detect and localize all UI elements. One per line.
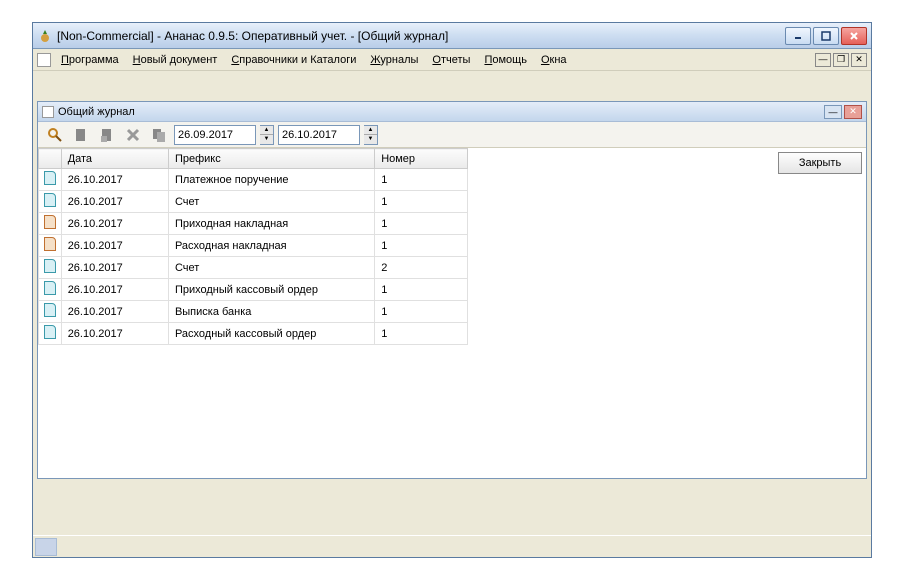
toolbar: ▲▼ ▲▼ [38, 122, 866, 148]
row-number: 1 [375, 323, 468, 345]
document-type-icon [44, 325, 56, 339]
menu-program[interactable]: Программа [55, 52, 125, 68]
document-icon [42, 106, 54, 118]
row-icon-cell [39, 323, 62, 345]
menu-help[interactable]: Помощь [478, 52, 533, 68]
delete-button[interactable] [122, 124, 144, 146]
row-icon-cell [39, 169, 62, 191]
menubar: Программа Новый документ Справочники и К… [33, 49, 871, 71]
row-icon-cell [39, 191, 62, 213]
row-prefix: Счет [168, 257, 374, 279]
date-from-input[interactable] [174, 125, 256, 145]
mdi-restore-button[interactable]: ❐ [833, 53, 849, 67]
child-close-button[interactable]: ✕ [844, 105, 862, 119]
mdi-minimize-button[interactable]: — [815, 53, 831, 67]
col-icon[interactable] [39, 149, 62, 169]
date-to-input[interactable] [278, 125, 360, 145]
date-from-spinner[interactable]: ▲▼ [260, 125, 274, 145]
row-number: 1 [375, 213, 468, 235]
close-button[interactable] [841, 27, 867, 45]
child-titlebar[interactable]: Общий журнал — ✕ [38, 102, 866, 122]
document-type-icon [44, 237, 56, 251]
menu-windows[interactable]: Окна [535, 52, 573, 68]
copy-button[interactable] [148, 124, 170, 146]
document-type-icon [44, 281, 56, 295]
mdi-close-button[interactable]: ✕ [851, 53, 867, 67]
row-icon-cell [39, 279, 62, 301]
row-number: 1 [375, 169, 468, 191]
row-date: 26.10.2017 [61, 169, 168, 191]
app-icon [37, 28, 53, 44]
row-number: 2 [375, 257, 468, 279]
maximize-button[interactable] [813, 27, 839, 45]
minimize-button[interactable] [785, 27, 811, 45]
journal-table: Дата Префикс Номер 26.10.2017 Платежное … [38, 148, 468, 345]
table-row[interactable]: 26.10.2017 Расходный кассовый ордер 1 [39, 323, 468, 345]
search-button[interactable] [44, 124, 66, 146]
row-date: 26.10.2017 [61, 191, 168, 213]
content-area: Дата Префикс Номер 26.10.2017 Платежное … [38, 148, 866, 478]
document-type-icon [44, 303, 56, 317]
menu-new-document[interactable]: Новый документ [127, 52, 224, 68]
document-type-icon [44, 171, 56, 185]
window-title: [Non-Commercial] - Ананас 0.9.5: Операти… [57, 29, 785, 43]
child-window: Общий журнал — ✕ ▲▼ ▲▼ [37, 101, 867, 479]
edit-button[interactable] [96, 124, 118, 146]
system-menu-icon[interactable] [37, 53, 51, 67]
menu-program-label: рограмма [69, 54, 119, 66]
row-prefix: Расходная накладная [168, 235, 374, 257]
row-date: 26.10.2017 [61, 323, 168, 345]
row-icon-cell [39, 213, 62, 235]
table-row[interactable]: 26.10.2017 Приходный кассовый ордер 1 [39, 279, 468, 301]
col-date[interactable]: Дата [61, 149, 168, 169]
workspace: Общий журнал — ✕ ▲▼ ▲▼ [33, 71, 871, 535]
row-date: 26.10.2017 [61, 257, 168, 279]
row-icon-cell [39, 257, 62, 279]
child-title: Общий журнал [58, 106, 824, 118]
row-date: 26.10.2017 [61, 213, 168, 235]
row-prefix: Счет [168, 191, 374, 213]
document-type-icon [44, 259, 56, 273]
menu-catalogs[interactable]: Справочники и Каталоги [225, 52, 362, 68]
child-minimize-button[interactable]: — [824, 105, 842, 119]
row-prefix: Расходный кассовый ордер [168, 323, 374, 345]
table-row[interactable]: 26.10.2017 Платежное поручение 1 [39, 169, 468, 191]
row-prefix: Выписка банка [168, 301, 374, 323]
row-number: 1 [375, 301, 468, 323]
journal-table-wrap[interactable]: Дата Префикс Номер 26.10.2017 Платежное … [38, 148, 774, 478]
menu-reports[interactable]: Отчеты [426, 52, 476, 68]
row-prefix: Приходная накладная [168, 213, 374, 235]
row-icon-cell [39, 301, 62, 323]
row-prefix: Приходный кассовый ордер [168, 279, 374, 301]
date-to-spinner[interactable]: ▲▼ [364, 125, 378, 145]
new-button[interactable] [70, 124, 92, 146]
table-row[interactable]: 26.10.2017 Приходная накладная 1 [39, 213, 468, 235]
row-number: 1 [375, 235, 468, 257]
right-panel: Закрыть [774, 148, 866, 478]
main-window: [Non-Commercial] - Ананас 0.9.5: Операти… [32, 22, 872, 558]
row-number: 1 [375, 191, 468, 213]
row-icon-cell [39, 235, 62, 257]
row-number: 1 [375, 279, 468, 301]
menu-journals[interactable]: Журналы [364, 52, 424, 68]
table-row[interactable]: 26.10.2017 Счет 2 [39, 257, 468, 279]
close-panel-button[interactable]: Закрыть [778, 152, 862, 174]
row-prefix: Платежное поручение [168, 169, 374, 191]
status-indicator [35, 538, 57, 556]
table-row[interactable]: 26.10.2017 Счет 1 [39, 191, 468, 213]
table-row[interactable]: 26.10.2017 Выписка банка 1 [39, 301, 468, 323]
col-number[interactable]: Номер [375, 149, 468, 169]
document-type-icon [44, 193, 56, 207]
document-type-icon [44, 215, 56, 229]
col-prefix[interactable]: Префикс [168, 149, 374, 169]
row-date: 26.10.2017 [61, 301, 168, 323]
titlebar[interactable]: [Non-Commercial] - Ананас 0.9.5: Операти… [33, 23, 871, 49]
row-date: 26.10.2017 [61, 235, 168, 257]
row-date: 26.10.2017 [61, 279, 168, 301]
table-row[interactable]: 26.10.2017 Расходная накладная 1 [39, 235, 468, 257]
statusbar [33, 535, 871, 557]
